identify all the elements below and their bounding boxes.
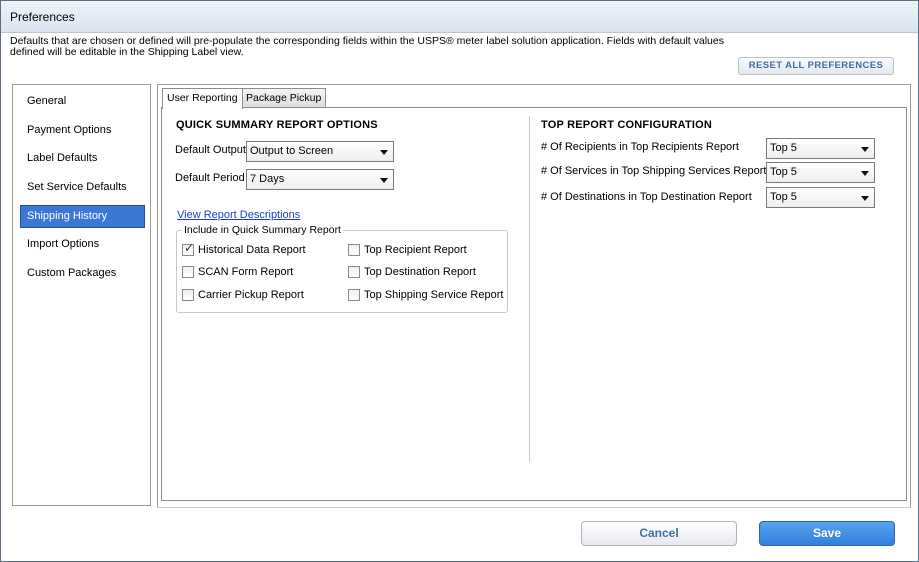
chevron-down-icon	[380, 178, 388, 183]
recipients-count-select[interactable]: Top 5	[766, 138, 875, 159]
checkbox-box	[348, 266, 360, 278]
title-bar: Preferences	[1, 1, 918, 33]
destinations-count-label: # Of Destinations in Top Destination Rep…	[541, 191, 752, 203]
tab-package-pickup[interactable]: Package Pickup	[241, 88, 327, 108]
default-output-select[interactable]: Output to Screen	[246, 141, 394, 162]
checkbox-box	[182, 289, 194, 301]
column-divider	[529, 116, 530, 462]
checkbox-box: ✓	[182, 241, 195, 256]
sidebar-item-shipping-history[interactable]: Shipping History	[20, 205, 145, 228]
chevron-down-icon	[861, 196, 869, 201]
cancel-button[interactable]: Cancel	[581, 521, 737, 546]
description-text: Defaults that are chosen or defined will…	[10, 35, 724, 58]
sidebar-item-custom-packages[interactable]: Custom Packages	[20, 262, 145, 285]
footer-divider	[157, 507, 911, 508]
checkbox-box	[348, 244, 360, 256]
default-period-label: Default Period	[175, 172, 245, 184]
view-report-descriptions-link[interactable]: View Report Descriptions	[177, 209, 300, 221]
chevron-down-icon	[861, 147, 869, 152]
quick-summary-title: QUICK SUMMARY REPORT OPTIONS	[176, 119, 378, 131]
preferences-window: Preferences Defaults that are chosen or …	[0, 0, 919, 562]
sidebar: General Payment Options Label Defaults S…	[12, 84, 151, 506]
check-icon: ✓	[184, 241, 195, 255]
sidebar-item-set-service-defaults[interactable]: Set Service Defaults	[20, 176, 145, 199]
sidebar-item-general[interactable]: General	[20, 90, 145, 113]
sidebar-item-payment-options[interactable]: Payment Options	[20, 119, 145, 142]
services-count-select[interactable]: Top 5	[766, 162, 875, 183]
destinations-count-select[interactable]: Top 5	[766, 187, 875, 208]
sidebar-item-label-defaults[interactable]: Label Defaults	[20, 147, 145, 170]
default-output-label: Default Output	[175, 144, 246, 156]
top-report-title: TOP REPORT CONFIGURATION	[541, 119, 713, 131]
sidebar-item-import-options[interactable]: Import Options	[20, 233, 145, 256]
tab-user-reporting[interactable]: User Reporting	[162, 88, 243, 109]
checkbox-box	[182, 266, 194, 278]
checkbox-box	[348, 289, 360, 301]
window-title: Preferences	[10, 10, 75, 24]
recipients-count-label: # Of Recipients in Top Recipients Report	[541, 141, 739, 153]
include-group-label: Include in Quick Summary Report	[182, 224, 343, 236]
save-button[interactable]: Save	[759, 521, 895, 546]
default-period-select[interactable]: 7 Days	[246, 169, 394, 190]
services-count-label: # Of Services in Top Shipping Services R…	[541, 165, 767, 177]
reset-all-preferences-button[interactable]: RESET ALL PREFERENCES	[738, 57, 894, 75]
chevron-down-icon	[380, 150, 388, 155]
chevron-down-icon	[861, 171, 869, 176]
